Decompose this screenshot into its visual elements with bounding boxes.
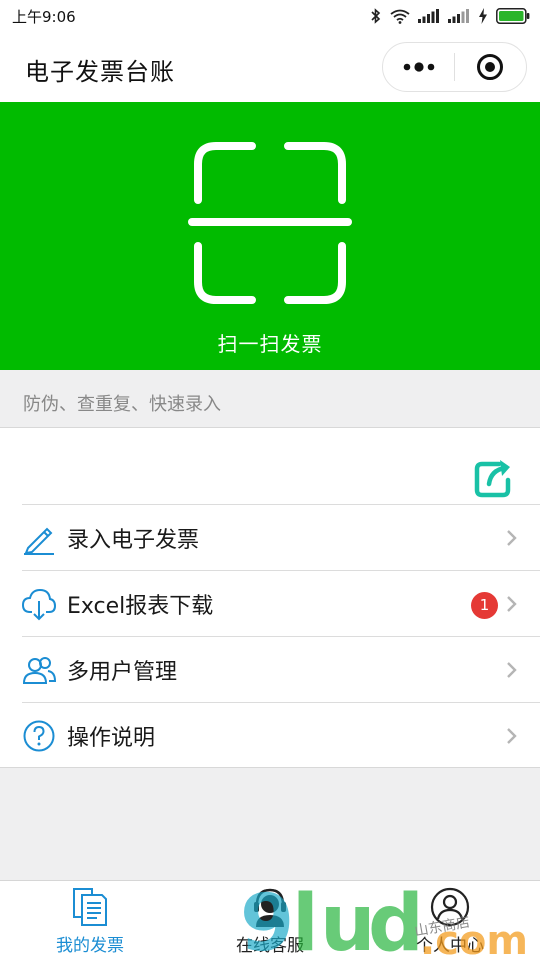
tab-personal-center[interactable]: 个人中心: [360, 881, 540, 960]
menu-item-label: 多用户管理: [67, 660, 178, 685]
chevron-right-icon: [507, 530, 517, 546]
charging-icon: [479, 8, 487, 24]
share-icon[interactable]: [473, 456, 513, 498]
more-dots-icon: [403, 62, 434, 72]
menu-item-multi-user[interactable]: 多用户管理: [22, 636, 540, 702]
close-target-icon: [477, 54, 504, 80]
chevron-right-icon: [507, 662, 517, 678]
tab-my-invoices[interactable]: 我的发票: [0, 881, 180, 960]
bluetooth-icon: [371, 8, 381, 24]
chevron-right-icon: [507, 596, 517, 612]
tab-label: 我的发票: [56, 936, 124, 956]
menu-item-excel-download[interactable]: Excel报表下载 1: [22, 570, 540, 636]
scan-invoice-button[interactable]: 扫一扫发票: [0, 102, 540, 370]
more-button[interactable]: [383, 43, 454, 91]
pencil-icon: [24, 527, 54, 555]
menu-item-label: Excel报表下载: [67, 594, 214, 619]
system-icons: [370, 8, 530, 24]
wifi-icon: [390, 9, 410, 24]
menu-item-add-invoice[interactable]: 录入电子发票: [22, 504, 540, 570]
mini-program-capsule: [382, 42, 527, 92]
status-bar: 上午9:06: [0, 0, 540, 32]
invoice-icon: [73, 888, 107, 926]
users-icon: [22, 657, 56, 684]
cloud-download-icon: [22, 588, 56, 621]
feature-subtitle: 防伪、查重复、快速录入: [0, 370, 540, 428]
battery-icon: [496, 8, 530, 24]
status-time: 上午9:06: [12, 7, 76, 26]
notification-badge: 1: [471, 592, 498, 619]
tab-online-service[interactable]: 在线客服: [180, 881, 360, 960]
signal-icon-2: [448, 9, 469, 23]
tab-label: 在线客服: [236, 936, 304, 956]
headset-icon: [254, 888, 286, 927]
user-icon: [430, 887, 470, 927]
scan-label: 扫一扫发票: [217, 332, 323, 356]
menu-item-label: 录入电子发票: [67, 528, 200, 553]
menu-item-label: 操作说明: [67, 726, 156, 751]
close-button[interactable]: [455, 43, 526, 91]
menu-item-instructions[interactable]: 操作说明: [22, 702, 540, 768]
signal-icon: [418, 9, 439, 23]
subtitle-text: 防伪、查重复、快速录入: [23, 394, 221, 415]
tab-label: 个人中心: [416, 936, 484, 956]
scan-frame-icon: [188, 142, 352, 304]
menu-panel: 录入电子发票 Excel报表下载 1 多用户管理 操作说明: [0, 428, 540, 768]
chevron-right-icon: [507, 728, 517, 744]
tab-bar: 我的发票 在线客服 个人中心: [0, 880, 540, 960]
page-title: 电子发票台账: [25, 58, 175, 86]
question-icon: [23, 720, 55, 752]
nav-bar: 电子发票台账: [0, 32, 540, 102]
